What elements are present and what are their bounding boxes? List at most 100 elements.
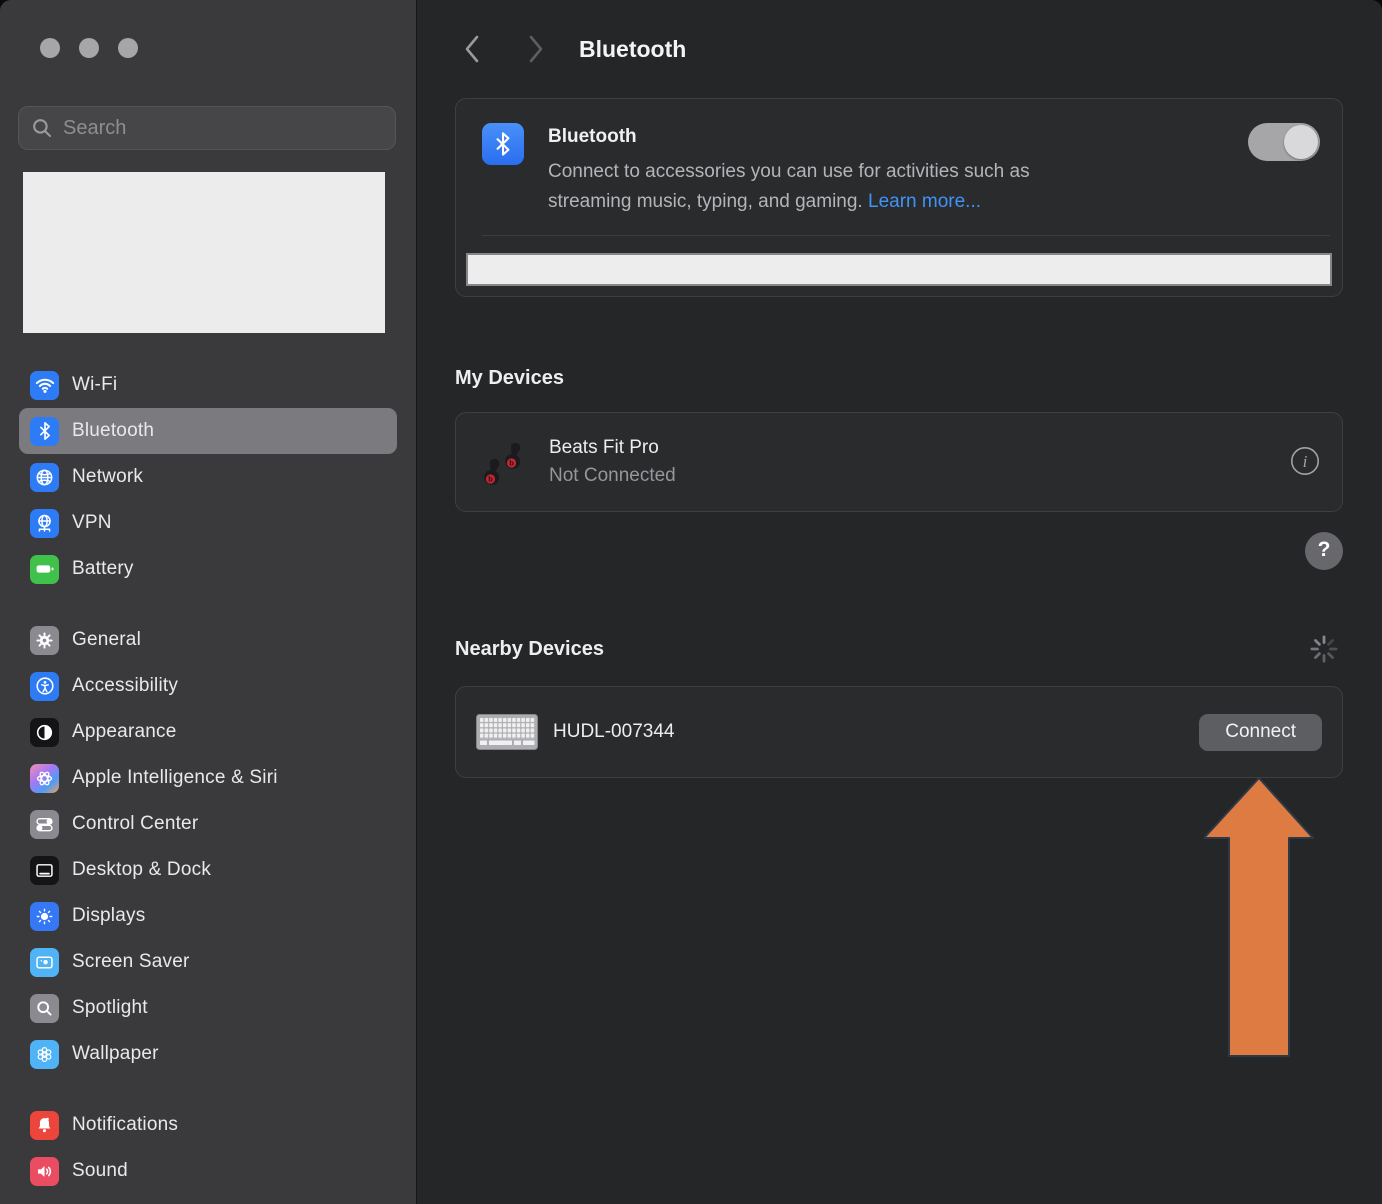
network-globe-icon	[30, 462, 59, 492]
sidebar-item-desktop-dock[interactable]: Desktop & Dock	[19, 847, 397, 893]
redacted-discoverable-text	[466, 253, 1332, 286]
profile-placeholder	[23, 172, 385, 333]
appearance-icon	[30, 717, 59, 747]
sidebar-item-accessibility[interactable]: Accessibility	[19, 663, 397, 709]
nearby-device-row: HUDL-007344 Connect	[456, 687, 1342, 777]
beats-earbuds-icon: b b	[484, 442, 521, 485]
sidebar-item-wi-fi[interactable]: Wi-Fi	[19, 362, 397, 408]
sidebar-item-label: Network	[72, 466, 144, 487]
sidebar-group: Notifications Sound	[19, 1102, 397, 1194]
sidebar-item-battery[interactable]: Battery	[19, 546, 397, 592]
sidebar-item-label: Appearance	[72, 721, 177, 742]
sidebar-item-wallpaper[interactable]: Wallpaper	[19, 1031, 397, 1077]
sidebar-item-appearance[interactable]: Appearance	[19, 709, 397, 755]
gear-icon	[30, 625, 59, 655]
device-row: b b Beats Fit Pro Not Connected i	[456, 413, 1342, 511]
sidebar-item-displays[interactable]: Displays	[19, 893, 397, 939]
main-panel: Bluetooth Bluetooth Connect to accessori…	[417, 0, 1382, 1204]
chevron-right-icon	[529, 35, 543, 63]
sidebar-item-label: Sound	[72, 1160, 128, 1181]
sidebar-item-label: VPN	[72, 512, 112, 533]
sidebar-item-spotlight[interactable]: Spotlight	[19, 985, 397, 1031]
svg-text:i: i	[1303, 452, 1308, 471]
page-header: Bluetooth	[455, 30, 1343, 68]
zoom-button[interactable]	[118, 38, 138, 58]
sidebar-item-apple-intelligence-siri[interactable]: Apple Intelligence & Siri	[19, 755, 397, 801]
sidebar-item-label: Displays	[72, 905, 146, 926]
wallpaper-icon	[30, 1039, 59, 1069]
sidebar-group: Wi-Fi Bluetooth Network VPN Battery	[19, 362, 397, 592]
connect-button[interactable]: Connect	[1199, 713, 1322, 751]
sidebar-item-network[interactable]: Network	[19, 454, 397, 500]
loading-spinner-icon	[1310, 635, 1338, 663]
sidebar-item-label: Accessibility	[72, 675, 179, 696]
my-devices-heading: My Devices	[455, 367, 564, 389]
device-info-button[interactable]: i	[1290, 446, 1320, 479]
notifications-icon	[30, 1110, 59, 1140]
accessibility-icon	[30, 671, 59, 701]
sidebar: Wi-Fi Bluetooth Network VPN Battery General Ac…	[0, 0, 417, 1204]
sidebar-item-label: Notifications	[72, 1114, 179, 1135]
sidebar-item-label: Wi-Fi	[72, 374, 118, 395]
bluetooth-description: Connect to accessories you can use for a…	[548, 157, 1208, 217]
sidebar-item-control-center[interactable]: Control Center	[19, 801, 397, 847]
sidebar-item-label: General	[72, 629, 141, 650]
divider	[482, 235, 1330, 236]
sidebar-item-general[interactable]: General	[19, 617, 397, 663]
traffic-lights	[0, 0, 416, 58]
vpn-globe-icon	[30, 508, 59, 538]
sound-icon	[30, 1156, 59, 1186]
bluetooth-card-title: Bluetooth	[548, 126, 637, 147]
help-button[interactable]: ?	[1305, 532, 1343, 570]
bluetooth-icon	[30, 416, 59, 446]
sidebar-item-label: Battery	[72, 558, 134, 579]
forward-button[interactable]	[528, 34, 545, 64]
nearby-devices-heading: Nearby Devices	[455, 637, 604, 660]
device-status: Not Connected	[549, 465, 676, 486]
bluetooth-app-icon	[482, 123, 524, 165]
sidebar-item-label: Screen Saver	[72, 951, 190, 972]
sidebar-item-label: Control Center	[72, 813, 199, 834]
screen-saver-icon	[30, 947, 59, 977]
page-title: Bluetooth	[579, 35, 687, 62]
sidebar-item-label: Bluetooth	[72, 420, 155, 441]
device-name: Beats Fit Pro	[549, 437, 659, 458]
arrow-shape	[1204, 778, 1314, 1057]
annotation-arrow-up	[1204, 778, 1314, 1057]
sidebar-item-notifications[interactable]: Notifications	[19, 1102, 397, 1148]
bluetooth-toggle[interactable]	[1248, 123, 1320, 161]
sidebar-item-sound[interactable]: Sound	[19, 1148, 397, 1194]
sidebar-item-screen-saver[interactable]: Screen Saver	[19, 939, 397, 985]
svg-text:b: b	[509, 459, 514, 468]
nearby-devices-card: HUDL-007344 Connect	[455, 686, 1343, 778]
sidebar-group: General Accessibility Appearance Apple Inte…	[19, 617, 397, 1077]
battery-icon	[30, 554, 59, 584]
search-icon	[33, 119, 52, 138]
sidebar-item-label: Spotlight	[72, 997, 148, 1018]
sidebar-item-bluetooth[interactable]: Bluetooth	[19, 408, 397, 454]
chevron-left-icon	[465, 35, 479, 63]
control-center-icon	[30, 809, 59, 839]
keyboard-icon	[476, 714, 538, 750]
description-line1: Connect to accessories you can use for a…	[548, 161, 1030, 182]
minimize-button[interactable]	[79, 38, 99, 58]
spotlight-icon	[30, 993, 59, 1023]
search-field[interactable]	[18, 106, 396, 150]
system-settings-window: Wi-Fi Bluetooth Network VPN Battery General Ac…	[0, 0, 1382, 1204]
apple-intelligence-icon	[30, 763, 59, 793]
learn-more-link[interactable]: Learn more...	[868, 191, 981, 212]
wifi-icon	[30, 370, 59, 400]
nearby-device-name: HUDL-007344	[553, 721, 675, 742]
info-icon: i	[1291, 446, 1319, 475]
toggle-knob	[1284, 125, 1318, 159]
displays-icon	[30, 901, 59, 931]
back-button[interactable]	[463, 34, 480, 64]
sidebar-item-label: Wallpaper	[72, 1043, 159, 1064]
desktop-dock-icon	[30, 855, 59, 885]
description-line2: streaming music, typing, and gaming.	[548, 191, 863, 212]
sidebar-item-label: Desktop & Dock	[72, 859, 212, 880]
close-button[interactable]	[40, 38, 60, 58]
my-devices-card: b b Beats Fit Pro Not Connected i	[455, 412, 1343, 512]
sidebar-item-vpn[interactable]: VPN	[19, 500, 397, 546]
search-input[interactable]	[63, 116, 383, 140]
